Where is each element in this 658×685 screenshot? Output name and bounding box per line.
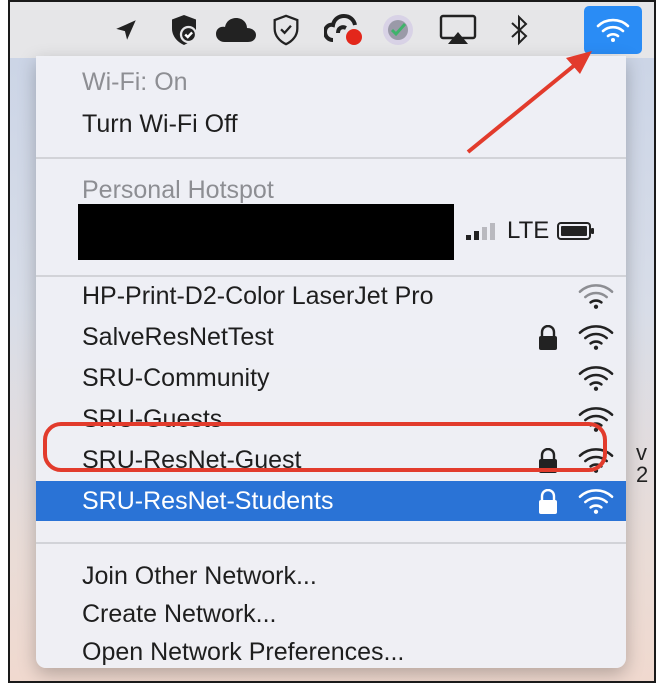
wifi-signal-icon [578,366,614,391]
open-network-preferences-item[interactable]: Open Network Preferences... [36,632,626,672]
network-item-sru-community[interactable]: SRU-Community [36,358,626,398]
screenshot-frame: Wi-Fi: On Turn Wi-Fi Off Personal Hotspo… [8,0,656,683]
separator [36,542,626,544]
wifi-signal-icon [578,325,614,350]
network-item-salveresnettest[interactable]: SalveResNetTest [36,317,626,357]
network-item-sru-resnet-students[interactable]: SRU-ResNet-Students [36,481,626,521]
battery-icon [557,222,595,240]
join-other-network-item[interactable]: Join Other Network... [36,556,626,596]
red-arrow-annotation [466,51,592,154]
create-network-item[interactable]: Create Network... [36,594,626,634]
background-text: 2 [636,462,649,487]
hotspot-network-type: LTE [507,217,550,244]
lock-icon [539,325,557,350]
cellular-signal-icon [466,223,495,240]
wifi-signal-icon [578,489,614,514]
network-item-hp-print[interactable]: HP-Print-D2-Color LaserJet Pro [36,276,626,316]
wifi-signal-icon [578,284,614,309]
hotspot-info: LTE [465,216,595,246]
lock-icon [539,489,557,514]
redacted-hotspot-name[interactable] [78,204,454,260]
highlight-circle-annotation [43,422,607,472]
